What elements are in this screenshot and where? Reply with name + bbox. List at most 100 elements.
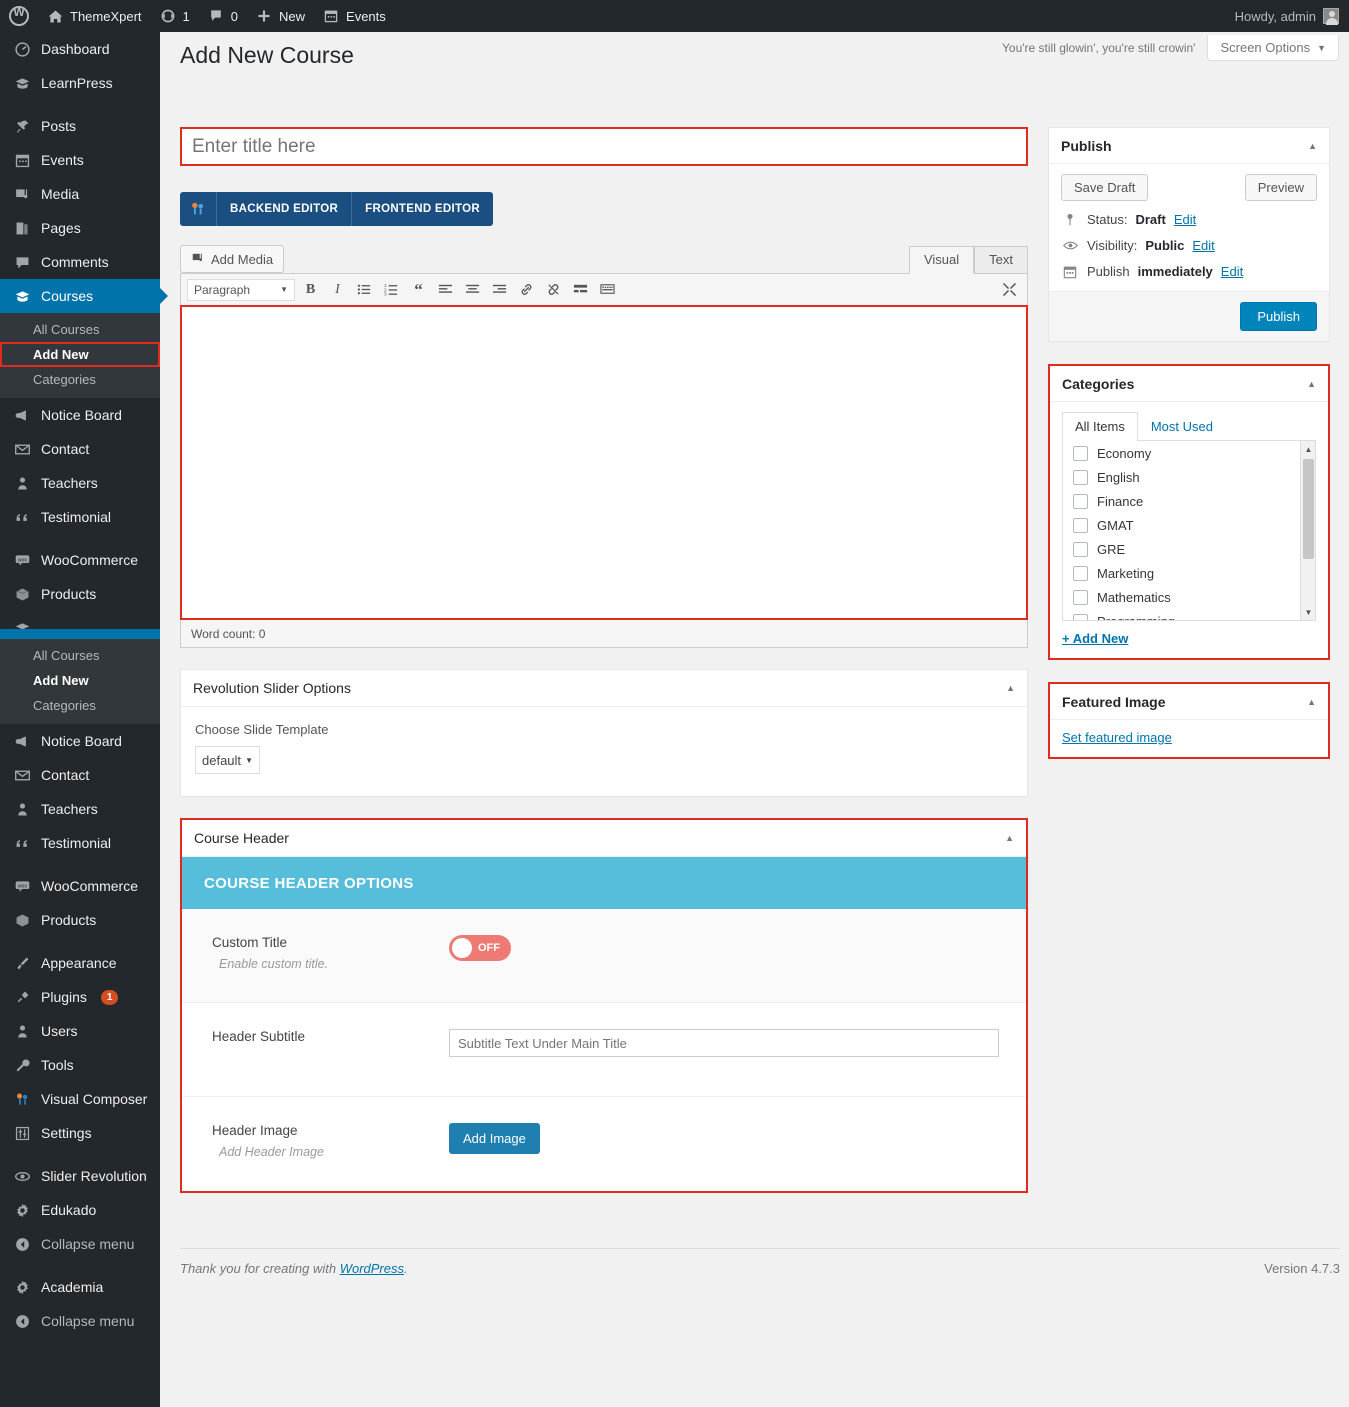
screen-options-button[interactable]: Screen Options ▼ — [1207, 35, 1339, 61]
site-name-menu[interactable]: ThemeXpert — [38, 0, 151, 32]
sidebar-item-testimonial-2[interactable]: Testimonial — [0, 826, 160, 860]
post-title-input[interactable] — [182, 129, 1026, 164]
format-select[interactable]: Paragraph ▼ — [187, 279, 295, 301]
list-item[interactable]: English — [1063, 465, 1315, 489]
frontend-editor-button[interactable]: FRONTEND EDITOR — [351, 192, 493, 226]
status-edit-link[interactable]: Edit — [1174, 212, 1196, 227]
tab-most-used[interactable]: Most Used — [1138, 412, 1226, 440]
course-header-panel-header[interactable]: Course Header ▲ — [182, 820, 1026, 857]
insert-more-icon[interactable] — [569, 278, 592, 301]
sidebar-item-edukado[interactable]: Edukado — [0, 1193, 160, 1227]
sidebar-item-woocommerce-2[interactable]: woo WooCommerce — [0, 869, 160, 903]
sidebar-item-notice-board-2[interactable]: Notice Board — [0, 724, 160, 758]
caret-up-icon[interactable]: ▲ — [1307, 379, 1316, 389]
visibility-edit-link[interactable]: Edit — [1192, 238, 1214, 253]
sidebar-item-settings[interactable]: Settings — [0, 1116, 160, 1150]
comments-button[interactable]: 0 — [199, 0, 247, 32]
categories-scrollbar[interactable]: ▲ ▼ — [1300, 441, 1315, 620]
scrollbar-thumb[interactable] — [1303, 459, 1314, 559]
sidebar-item-pages[interactable]: Pages — [0, 211, 160, 245]
caret-up-icon[interactable]: ▲ — [1006, 683, 1015, 693]
sidebar-subitem-categories-2[interactable]: Categories — [0, 693, 160, 718]
checkbox[interactable] — [1073, 446, 1088, 461]
caret-up-icon[interactable]: ▲ — [1308, 141, 1317, 151]
sidebar-item-posts[interactable]: Posts — [0, 109, 160, 143]
sidebar-subitem-add-new[interactable]: Add New — [0, 342, 160, 367]
scroll-down-icon[interactable]: ▼ — [1301, 604, 1316, 620]
sidebar-item-tools[interactable]: Tools — [0, 1048, 160, 1082]
list-item[interactable]: Programming — [1063, 609, 1315, 621]
slide-template-select[interactable]: default ▼ — [195, 746, 260, 774]
sidebar-item-comments[interactable]: Comments — [0, 245, 160, 279]
sidebar-item-notice-board[interactable]: Notice Board — [0, 398, 160, 432]
sidebar-collapse-menu[interactable]: Collapse menu — [0, 1227, 160, 1261]
sidebar-item-woocommerce[interactable]: woo WooCommerce — [0, 543, 160, 577]
backend-editor-button[interactable]: BACKEND EDITOR — [217, 192, 351, 226]
publish-header[interactable]: Publish ▲ — [1049, 128, 1329, 164]
align-left-icon[interactable] — [434, 278, 457, 301]
updates-button[interactable]: 1 — [151, 0, 199, 32]
checkbox[interactable] — [1073, 614, 1088, 622]
wordpress-link[interactable]: WordPress — [340, 1261, 404, 1276]
howdy-label[interactable]: Howdy, admin — [1235, 9, 1316, 24]
align-right-icon[interactable] — [488, 278, 511, 301]
checkbox[interactable] — [1073, 566, 1088, 581]
checkbox[interactable] — [1073, 518, 1088, 533]
sidebar-item-plugins[interactable]: Plugins 1 — [0, 980, 160, 1014]
sidebar-item-teachers-2[interactable]: Teachers — [0, 792, 160, 826]
sidebar-subitem-all-courses-2[interactable]: All Courses — [0, 643, 160, 668]
revolution-slider-header[interactable]: Revolution Slider Options ▲ — [181, 670, 1027, 707]
save-draft-button[interactable]: Save Draft — [1061, 174, 1148, 201]
caret-up-icon[interactable]: ▲ — [1005, 833, 1014, 843]
publish-button[interactable]: Publish — [1240, 302, 1317, 331]
checkbox[interactable] — [1073, 470, 1088, 485]
checkbox[interactable] — [1073, 542, 1088, 557]
sidebar-item-courses[interactable]: Courses — [0, 279, 160, 313]
scroll-up-icon[interactable]: ▲ — [1301, 441, 1316, 457]
sidebar-item-teachers[interactable]: Teachers — [0, 466, 160, 500]
sidebar-item-products[interactable]: Products — [0, 577, 160, 611]
tab-visual[interactable]: Visual — [909, 246, 974, 274]
sidebar-item-dashboard[interactable]: Dashboard — [0, 32, 160, 66]
fullscreen-icon[interactable] — [998, 278, 1021, 301]
list-item[interactable]: Economy — [1063, 441, 1315, 465]
sidebar-item-testimonial[interactable]: Testimonial — [0, 500, 160, 534]
list-item[interactable]: Mathematics — [1063, 585, 1315, 609]
sidebar-item-academia[interactable]: Academia — [0, 1270, 160, 1304]
tab-all-items[interactable]: All Items — [1062, 412, 1138, 441]
checkbox[interactable] — [1073, 590, 1088, 605]
add-media-button[interactable]: Add Media — [180, 245, 284, 273]
sidebar-item-visual-composer[interactable]: Visual Composer — [0, 1082, 160, 1116]
numbered-list-icon[interactable]: 123 — [380, 278, 403, 301]
custom-title-toggle[interactable]: OFF — [449, 935, 511, 961]
new-content-button[interactable]: New — [247, 0, 314, 32]
list-item[interactable]: Finance — [1063, 489, 1315, 513]
italic-icon[interactable]: I — [326, 278, 349, 301]
header-subtitle-input[interactable] — [449, 1029, 999, 1057]
sidebar-subitem-categories[interactable]: Categories — [0, 367, 160, 392]
add-image-button[interactable]: Add Image — [449, 1123, 540, 1154]
caret-up-icon[interactable]: ▲ — [1307, 697, 1316, 707]
sidebar-collapse-menu-2[interactable]: Collapse menu — [0, 1304, 160, 1338]
featured-image-header[interactable]: Featured Image ▲ — [1050, 684, 1328, 720]
sidebar-item-appearance[interactable]: Appearance — [0, 946, 160, 980]
sidebar-item-slider-revolution[interactable]: Slider Revolution — [0, 1159, 160, 1193]
tab-text[interactable]: Text — [974, 246, 1028, 273]
sidebar-item-contact[interactable]: Contact — [0, 432, 160, 466]
preview-button[interactable]: Preview — [1245, 174, 1317, 201]
sidebar-item-events[interactable]: Events — [0, 143, 160, 177]
sidebar-subitem-add-new-2[interactable]: Add New — [0, 668, 160, 693]
list-item[interactable]: GMAT — [1063, 513, 1315, 537]
sidebar-item-learnpress[interactable]: LearnPress — [0, 66, 160, 100]
sidebar-item-media[interactable]: Media — [0, 177, 160, 211]
events-button[interactable]: Events — [314, 0, 395, 32]
toolbar-toggle-icon[interactable] — [596, 278, 619, 301]
wordpress-logo-button[interactable] — [0, 0, 38, 32]
sidebar-subitem-all-courses[interactable]: All Courses — [0, 317, 160, 342]
categories-list[interactable]: Economy English Finance GMAT GRE Marketi… — [1062, 441, 1316, 621]
schedule-edit-link[interactable]: Edit — [1221, 264, 1243, 279]
align-center-icon[interactable] — [461, 278, 484, 301]
bold-icon[interactable]: B — [299, 278, 322, 301]
unlink-icon[interactable] — [542, 278, 565, 301]
link-icon[interactable] — [515, 278, 538, 301]
